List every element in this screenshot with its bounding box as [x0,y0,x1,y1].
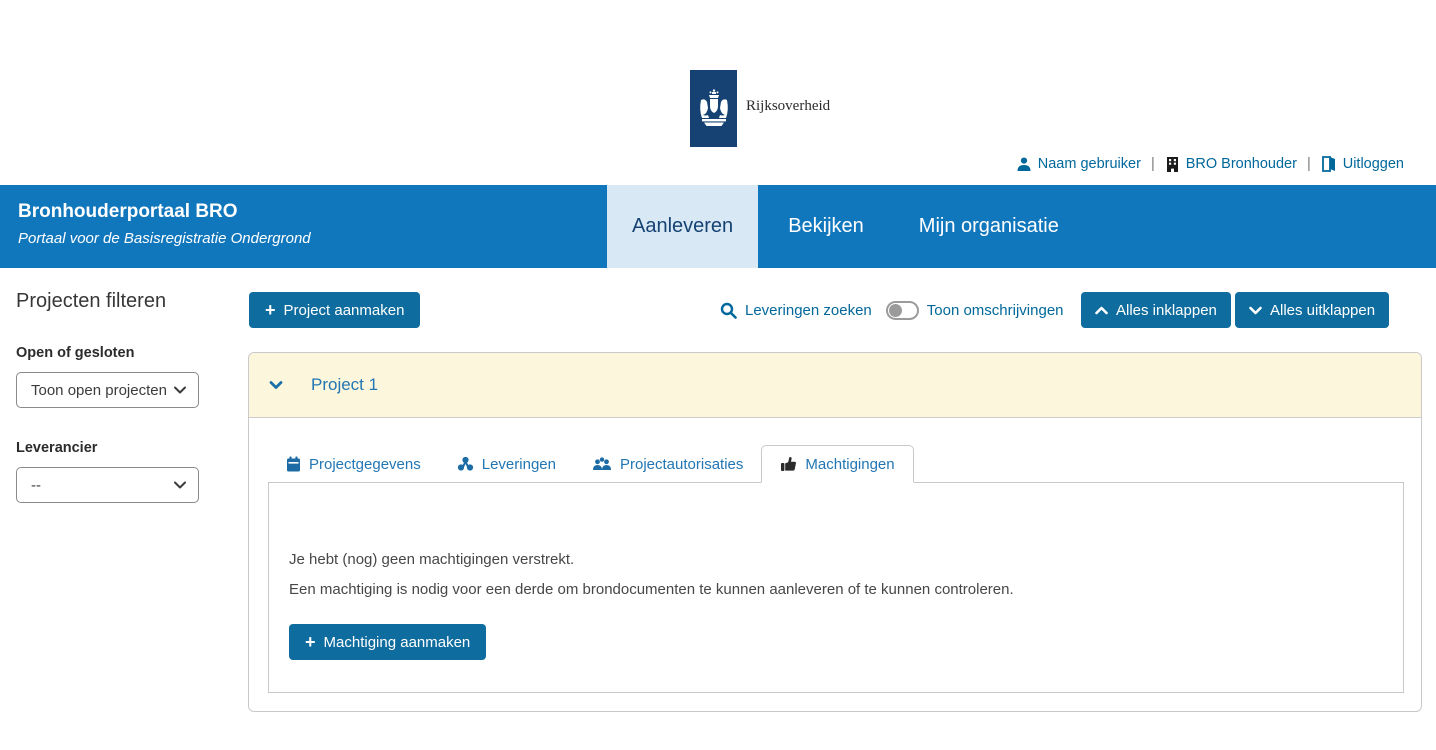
project-card: Project 1 Projectgegevens Leveringen Pro… [248,352,1422,712]
empty-state-text: Je hebt (nog) geen machtigingen verstrek… [289,545,1014,605]
app-subtitle: Portaal voor de Basisregistratie Ondergr… [18,230,311,247]
toggle-label[interactable]: Toon omschrijvingen [927,302,1064,319]
chevron-down-icon [174,481,186,489]
user-profile-link[interactable]: Naam gebruiker [1016,156,1141,172]
filter-sidebar: Projecten filteren Open of gesloten Toon… [16,290,236,503]
nav-item-mijn-organisatie[interactable]: Mijn organisatie [894,185,1084,268]
nav-item-bekijken[interactable]: Bekijken [763,185,889,268]
leverancier-select[interactable]: -- [16,467,199,503]
create-project-label: Project aanmaken [284,302,405,319]
expand-all-button[interactable]: Alles uitklappen [1235,292,1389,328]
collapse-all-button[interactable]: Alles inklappen [1081,292,1231,328]
project-title: Project 1 [311,375,378,395]
coat-of-arms-icon [699,86,729,132]
project-tabs: Projectgegevens Leveringen Projectautori… [268,444,914,483]
tab-projectautorisaties[interactable]: Projectautorisaties [574,445,761,483]
user-bar: Naam gebruiker | BRO Bronhouder | Uitlog… [1016,156,1404,172]
select-value: Toon open projecten [31,382,167,399]
logout-link[interactable]: Uitloggen [1321,156,1404,172]
bronhouderportaal-page: Rijksoverheid Naam gebruiker | BRO Bronh… [0,0,1436,750]
navbar-brand: Bronhouderportaal BRO Portaal voor de Ba… [18,201,311,247]
search-leveringen-link[interactable]: Leveringen zoeken [745,302,872,319]
create-machtiging-button[interactable]: + Machtiging aanmaken [289,624,486,660]
organisation-link[interactable]: BRO Bronhouder [1165,156,1297,172]
separator: | [1151,156,1155,172]
calendar-icon [286,456,301,472]
empty-state-line2: Een machtiging is nodig voor een derde o… [289,575,1014,605]
building-icon [1165,156,1180,172]
logout-label: Uitloggen [1343,156,1404,172]
plus-icon: + [265,301,276,319]
chevron-down-icon [174,386,186,394]
search-icon [720,302,737,319]
rijksoverheid-emblem [690,70,737,147]
collapse-all-label: Alles inklappen [1116,302,1217,319]
open-gesloten-select[interactable]: Toon open projecten [16,372,199,408]
logout-icon [1321,156,1337,172]
chevron-up-icon [1095,306,1108,315]
select-value: -- [31,477,41,494]
tab-label: Projectgegevens [309,456,421,473]
toon-omschrijvingen-toggle[interactable] [886,301,919,320]
nav-menu: Aanleveren Bekijken Mijn organisatie [607,185,1084,268]
create-project-button[interactable]: + Project aanmaken [249,292,420,328]
users-icon [592,457,612,472]
filter-label-leverancier: Leverancier [16,440,236,456]
sidebar-title: Projecten filteren [16,290,236,313]
tab-projectgegevens[interactable]: Projectgegevens [268,445,439,483]
expand-all-label: Alles uitklappen [1270,302,1375,319]
chevron-down-icon [269,380,283,390]
user-icon [1016,156,1032,172]
chevron-down-icon [1249,306,1262,315]
tab-label: Machtigingen [805,456,894,473]
toggle-knob [889,304,902,317]
plus-icon: + [305,633,316,651]
filter-label-open-gesloten: Open of gesloten [16,345,236,361]
logo-wordmark: Rijksoverheid [746,98,830,115]
app-title: Bronhouderportaal BRO [18,201,311,223]
nav-item-aanleveren[interactable]: Aanleveren [607,185,758,268]
tab-machtigingen[interactable]: Machtigingen [761,445,913,483]
share-nodes-icon [457,456,474,472]
top-header: Rijksoverheid Naam gebruiker | BRO Bronh… [0,0,1436,185]
user-name: Naam gebruiker [1038,156,1141,172]
tab-leveringen[interactable]: Leveringen [439,445,574,483]
thumbs-up-icon [780,456,797,472]
rijksoverheid-logo: Rijksoverheid [690,70,830,147]
tab-label: Leveringen [482,456,556,473]
create-machtiging-label: Machtiging aanmaken [324,634,471,651]
main-navbar: Bronhouderportaal BRO Portaal voor de Ba… [0,185,1436,268]
machtigingen-tab-panel: Je hebt (nog) geen machtigingen verstrek… [268,482,1404,693]
separator: | [1307,156,1311,172]
empty-state-line1: Je hebt (nog) geen machtigingen verstrek… [289,545,1014,575]
tab-label: Projectautorisaties [620,456,743,473]
project-header[interactable]: Project 1 [249,353,1421,418]
organisation-name: BRO Bronhouder [1186,156,1297,172]
